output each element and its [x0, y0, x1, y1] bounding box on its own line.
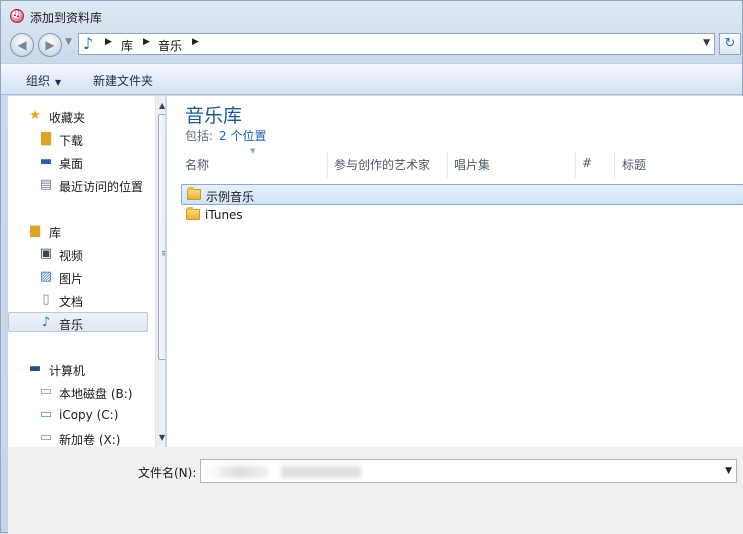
- sidebar-item-drive-c[interactable]: ▭ iCopy (C:): [8, 405, 148, 425]
- drive-icon: ▭: [39, 384, 53, 399]
- drive-icon: ▭: [39, 430, 53, 445]
- pictures-library-icon: ▨: [39, 269, 53, 284]
- filename-panel: 文件名(N): ▼: [8, 447, 743, 534]
- navigation-bar: ◀ ▶ ▼ ♪ ▶ 库 ▶ 音乐 ▶ ▼ ↻: [1, 31, 742, 59]
- locations-link[interactable]: 2 个位置: [219, 129, 266, 143]
- sidebar-item-label: iCopy (C:): [59, 408, 119, 422]
- address-bar[interactable]: ♪ ▶ 库 ▶ 音乐 ▶ ▼: [78, 33, 715, 55]
- sidebar-item-label: 视频: [59, 249, 84, 263]
- sidebar-item-libraries[interactable]: ▆ 库: [8, 221, 148, 241]
- star-icon: ★: [29, 108, 41, 123]
- sidebar-item-drive-b[interactable]: ▭ 本地磁盘 (B:): [8, 382, 148, 402]
- recent-pages-chevron-icon[interactable]: ▼: [65, 37, 72, 47]
- breadcrumb-separator-icon[interactable]: ▶: [192, 37, 199, 47]
- includes-label: 包括:: [185, 129, 214, 143]
- sidebar-item-videos[interactable]: ▣ 视频: [8, 244, 148, 264]
- desktop-icon: ▬: [39, 154, 53, 169]
- column-divider[interactable]: [575, 151, 576, 178]
- sidebar-item-label: 最近访问的位置: [59, 180, 144, 194]
- organize-button[interactable]: 组织 ▼: [26, 72, 61, 89]
- scrollbar-thumb[interactable]: ≡: [158, 114, 165, 360]
- sidebar-item-label: 计算机: [49, 364, 86, 378]
- sidebar-item-label: 桌面: [59, 157, 84, 171]
- sidebar-item-label: 新加卷 (X:): [59, 433, 121, 447]
- computer-icon: ▬: [28, 361, 42, 376]
- itunes-app-icon: [10, 8, 24, 23]
- breadcrumb-music[interactable]: 音乐: [158, 37, 182, 54]
- libraries-icon: ▆: [30, 223, 40, 238]
- documents-library-icon: ▯: [42, 292, 50, 307]
- list-item[interactable]: 示例音乐: [181, 184, 743, 205]
- folder-icon: [186, 207, 200, 220]
- column-header-track-number[interactable]: #: [582, 156, 592, 170]
- folder-icon: [187, 187, 201, 200]
- title-bar: 添加到资料库: [1, 1, 742, 31]
- drive-icon: ▭: [39, 407, 53, 422]
- sidebar-item-label: 图片: [59, 272, 84, 286]
- new-folder-button[interactable]: 新建文件夹: [93, 72, 153, 89]
- refresh-icon[interactable]: ↻: [719, 33, 741, 55]
- sidebar-item-pictures[interactable]: ▨ 图片: [8, 267, 148, 287]
- list-item[interactable]: iTunes: [181, 205, 743, 226]
- back-arrow-icon[interactable]: ◀: [10, 33, 34, 57]
- sidebar-item-recent-places[interactable]: ▤ 最近访问的位置: [8, 175, 148, 195]
- column-divider[interactable]: [614, 151, 615, 178]
- column-header-artists[interactable]: 参与创作的艺术家: [334, 156, 430, 173]
- sidebar-item-label: 本地磁盘 (B:): [59, 387, 133, 401]
- breadcrumb-libraries[interactable]: 库: [121, 37, 133, 54]
- chevron-down-icon: ▼: [55, 78, 62, 87]
- column-divider[interactable]: [327, 151, 328, 178]
- sidebar-item-label: 库: [49, 226, 62, 240]
- item-name: 示例音乐: [206, 190, 255, 204]
- sidebar-item-drive-x[interactable]: ▭ 新加卷 (X:): [8, 428, 148, 447]
- library-title: 音乐库: [185, 105, 243, 127]
- address-dropdown-icon[interactable]: ▼: [703, 38, 710, 48]
- column-divider[interactable]: [447, 151, 448, 178]
- sidebar-item-label: 文档: [59, 295, 84, 309]
- redacted-text: [281, 466, 361, 478]
- redacted-text: [209, 466, 269, 478]
- scroll-up-arrow-icon[interactable]: ▲: [159, 101, 165, 110]
- sidebar-item-label: 音乐: [59, 318, 84, 332]
- sidebar-item-label: 下载: [59, 134, 84, 148]
- filename-input[interactable]: ▼: [200, 459, 737, 483]
- grip-icon: ≡: [161, 249, 165, 259]
- sidebar-item-downloads[interactable]: ▇ 下载: [8, 129, 148, 149]
- column-header-title[interactable]: 标题: [622, 156, 646, 173]
- sidebar-item-music[interactable]: ♪ 音乐: [8, 312, 148, 332]
- sidebar-item-desktop[interactable]: ▬ 桌面: [8, 152, 148, 172]
- add-to-library-dialog: 添加到资料库 ◀ ▶ ▼ ♪ ▶ 库 ▶ 音乐 ▶ ▼ ↻ 组织▼ 新建文件夹 …: [0, 0, 743, 534]
- navigation-scrollbar[interactable]: ▲ ≡ ▼: [155, 96, 165, 447]
- sidebar-item-label: 收藏夹: [49, 111, 86, 125]
- filename-label: 文件名(N):: [138, 466, 197, 480]
- column-header-album[interactable]: 唱片集: [454, 156, 490, 173]
- music-library-icon: ♪: [41, 315, 51, 330]
- sidebar-item-computer[interactable]: ▬ 计算机: [8, 359, 148, 379]
- library-includes: 包括: 2 个位置: [185, 127, 267, 144]
- sidebar-item-documents[interactable]: ▯ 文档: [8, 290, 148, 310]
- sidebar-item-favorites[interactable]: ★ 收藏夹: [8, 106, 148, 126]
- file-list-pane: 音乐库 包括: 2 个位置 ▼ 名称 参与创作的艺术家 唱片集 # 标题 示例音乐…: [167, 96, 743, 447]
- video-library-icon: ▣: [39, 246, 53, 261]
- recent-places-icon: ▤: [39, 177, 53, 192]
- sort-ascending-icon: ▼: [250, 147, 256, 155]
- forward-arrow-icon[interactable]: ▶: [38, 33, 62, 57]
- column-header-name[interactable]: 名称: [185, 156, 209, 173]
- breadcrumb-separator-icon[interactable]: ▶: [143, 37, 150, 47]
- organize-label: 组织: [26, 74, 51, 88]
- item-name: iTunes: [205, 208, 243, 222]
- download-folder-icon: ▇: [41, 131, 51, 146]
- navigation-pane: ★ 收藏夹 ▇ 下载 ▬ 桌面 ▤ 最近访问的位置 ▆ 库 ▣ 视频 ▨ 图片 …: [8, 96, 165, 447]
- scroll-down-arrow-icon[interactable]: ▼: [159, 433, 165, 442]
- window-title: 添加到资料库: [30, 11, 103, 25]
- command-toolbar: 组织 ▼ 新建文件夹: [1, 63, 742, 95]
- music-note-icon: ♪: [83, 34, 94, 53]
- chevron-down-icon[interactable]: ▼: [725, 466, 732, 476]
- breadcrumb-separator-icon[interactable]: ▶: [105, 37, 112, 47]
